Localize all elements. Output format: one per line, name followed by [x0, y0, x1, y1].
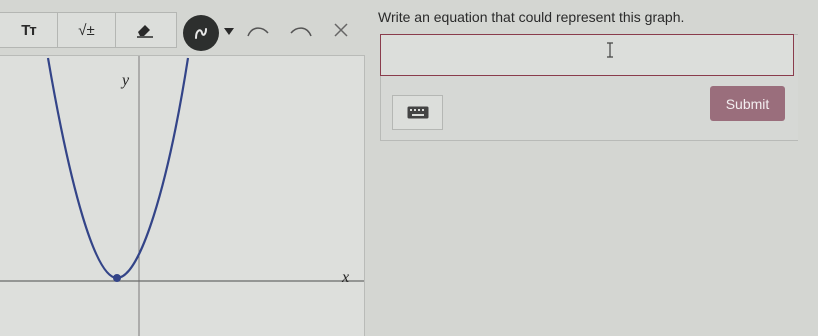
question-prompt: Write an equation that could represent t… [378, 9, 685, 25]
undo-icon[interactable] [246, 24, 270, 38]
text-format-icon: Tт [21, 21, 36, 39]
freehand-draw-button[interactable] [183, 15, 219, 51]
graph-canvas[interactable]: y x [0, 55, 365, 336]
vertex-point [113, 274, 121, 282]
parabola-curve [46, 57, 190, 280]
submit-button[interactable]: Submit [710, 86, 785, 121]
answer-input[interactable] [380, 34, 794, 76]
graph-plot [0, 56, 364, 336]
math-input-button[interactable]: √± [58, 13, 116, 47]
square-root-icon: √± [78, 21, 95, 39]
dropdown-caret-icon[interactable] [224, 28, 234, 35]
freehand-draw-icon [195, 28, 207, 39]
redo-icon[interactable] [289, 24, 313, 38]
eraser-button[interactable] [116, 13, 174, 47]
eraser-icon [137, 25, 153, 38]
close-icon[interactable] [334, 23, 348, 37]
keyboard-icon [407, 106, 428, 119]
y-axis-label: y [122, 72, 130, 89]
tool-group: Tт √± [0, 12, 177, 48]
text-format-button[interactable]: Tт [0, 13, 58, 47]
text-cursor-icon [607, 42, 613, 58]
keyboard-button[interactable] [392, 95, 443, 130]
x-axis-label: x [342, 269, 350, 286]
drawing-toolbar: Tт √± [0, 8, 360, 51]
